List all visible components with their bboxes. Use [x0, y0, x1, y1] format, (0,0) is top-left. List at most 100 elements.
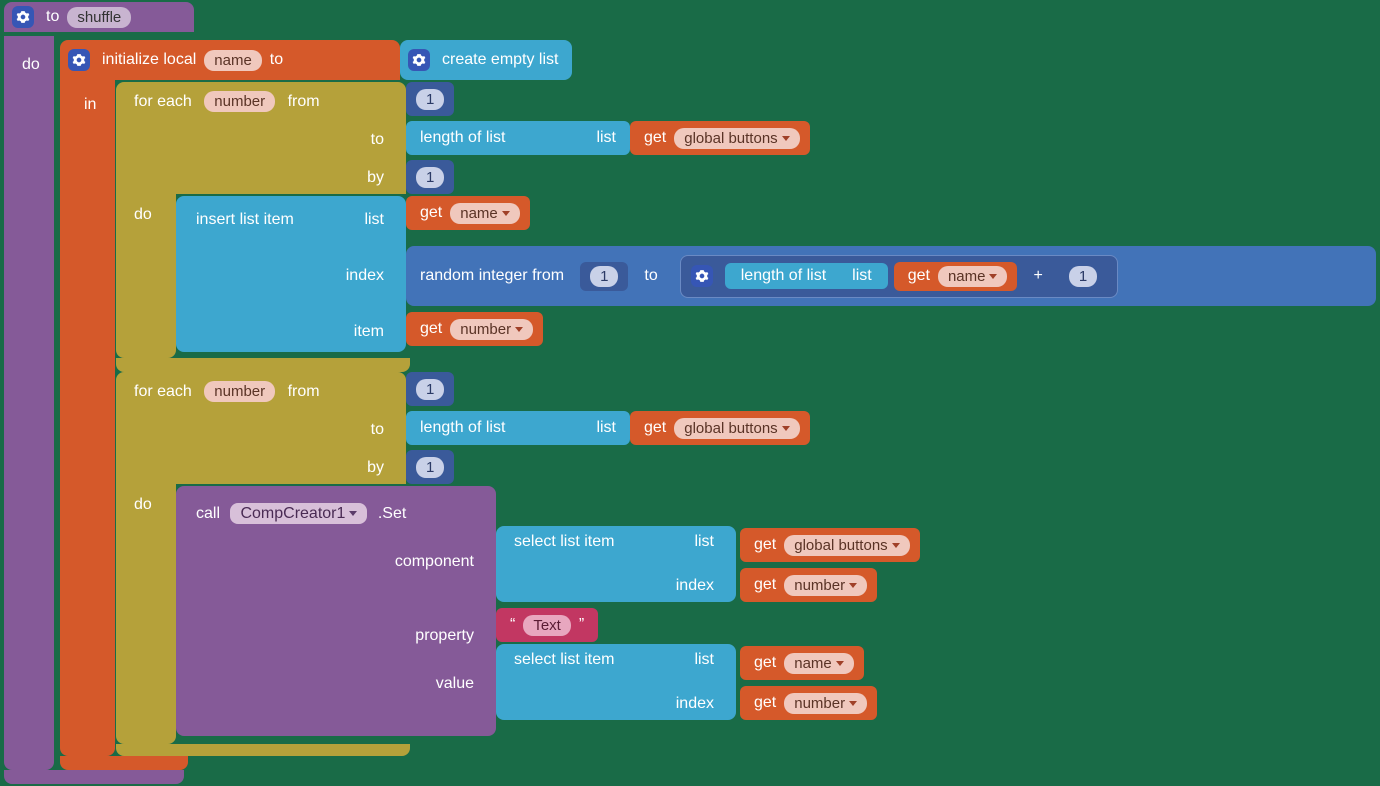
for-var-pill[interactable]: number: [204, 91, 275, 112]
proc-name-pill[interactable]: shuffle: [67, 7, 131, 28]
length-label: length of list: [414, 129, 511, 147]
call-label: call: [190, 505, 226, 522]
number-value[interactable]: 1: [1069, 266, 1097, 287]
length-of-list-block[interactable]: length of list list: [725, 263, 888, 289]
component-dropdown[interactable]: CompCreator1: [230, 503, 367, 524]
gear-icon[interactable]: [691, 265, 713, 287]
get-variable-block[interactable]: get global buttons: [630, 121, 810, 155]
length-label: length of list: [414, 419, 511, 437]
insert-index-label: index: [340, 267, 390, 284]
for-from-label: from: [282, 93, 326, 110]
number-literal-block[interactable]: 1: [406, 160, 454, 194]
chevron-down-icon: [849, 583, 857, 588]
var-dropdown[interactable]: number: [784, 575, 867, 596]
random-from-label: random integer from: [414, 267, 570, 285]
select-list-label: list: [688, 528, 720, 556]
plus-label: +: [1027, 267, 1048, 285]
quote-open: “: [504, 616, 521, 634]
number-value[interactable]: 1: [590, 266, 618, 287]
component-arg-label: component: [389, 548, 480, 576]
procedure-definition-block[interactable]: to shuffle: [4, 2, 194, 32]
number-literal-block[interactable]: 1: [406, 372, 454, 406]
number-literal-block[interactable]: 1: [406, 82, 454, 116]
chevron-down-icon: [349, 511, 357, 516]
get-label: get: [638, 129, 672, 147]
get-variable-block[interactable]: get global buttons: [630, 411, 810, 445]
insert-item-label: item: [348, 323, 390, 340]
for2-body-gutter: do: [116, 484, 176, 744]
for-each-label: for each: [128, 383, 198, 400]
number-value[interactable]: 1: [416, 89, 444, 110]
get-label: get: [748, 536, 782, 554]
var-dropdown[interactable]: number: [784, 693, 867, 714]
for2-footer: [116, 744, 410, 756]
number-value[interactable]: 1: [416, 457, 444, 478]
get-label: get: [748, 576, 782, 594]
list-label: list: [590, 129, 622, 147]
init-footer: [60, 756, 188, 770]
var-dropdown[interactable]: number: [450, 319, 533, 340]
init-var-pill[interactable]: name: [204, 50, 262, 71]
chevron-down-icon: [782, 136, 790, 141]
for-each-block-2[interactable]: for each number from to by: [116, 372, 406, 484]
var-dropdown[interactable]: name: [784, 653, 854, 674]
init-label: initialize local: [96, 51, 202, 69]
chevron-down-icon: [849, 701, 857, 706]
proc-footer: [4, 770, 184, 784]
get-label: get: [748, 654, 782, 672]
for-by-label: by: [361, 169, 390, 186]
for-each-block-1[interactable]: for each number from to by: [116, 82, 406, 194]
var-dropdown[interactable]: global buttons: [674, 128, 799, 149]
chevron-down-icon: [836, 661, 844, 666]
random-integer-block[interactable]: random integer from 1 to length of list …: [406, 246, 1376, 306]
get-variable-block[interactable]: get name: [406, 196, 530, 230]
select-list-item-block[interactable]: select list item list index: [496, 526, 736, 602]
var-dropdown[interactable]: global buttons: [674, 418, 799, 439]
for-to-label: to: [365, 421, 390, 438]
get-label: get: [748, 694, 782, 712]
get-variable-block[interactable]: get number: [740, 686, 877, 720]
select-index-label: index: [670, 695, 720, 712]
get-variable-block[interactable]: get number: [740, 568, 877, 602]
gear-icon[interactable]: [12, 6, 34, 28]
proc-do-label: do: [16, 56, 46, 74]
var-dropdown[interactable]: name: [938, 266, 1008, 287]
get-variable-block[interactable]: get name: [894, 262, 1018, 291]
var-dropdown[interactable]: global buttons: [784, 535, 909, 556]
chevron-down-icon: [782, 426, 790, 431]
list-label: list: [590, 419, 622, 437]
call-method-block[interactable]: call CompCreator1 .Set component propert…: [176, 486, 496, 736]
chevron-down-icon: [989, 274, 997, 279]
create-list-label: create empty list: [436, 51, 564, 69]
initialize-local-block[interactable]: initialize local name to: [60, 40, 400, 80]
length-of-list-block[interactable]: length of list list: [406, 411, 630, 445]
var-dropdown[interactable]: name: [450, 203, 520, 224]
text-literal-block[interactable]: “ Text ”: [496, 608, 598, 642]
get-variable-block[interactable]: get global buttons: [740, 528, 920, 562]
get-label: get: [902, 267, 936, 285]
length-of-list-block[interactable]: length of list list: [406, 121, 630, 155]
for1-body-gutter: do: [116, 194, 176, 358]
select-list-label: list: [688, 646, 720, 674]
gear-icon[interactable]: [408, 49, 430, 71]
for1-footer: [116, 358, 410, 372]
random-to-label: to: [638, 267, 663, 285]
text-value[interactable]: Text: [523, 615, 571, 636]
insert-list-item-block[interactable]: insert list item list index item: [176, 196, 406, 352]
select-list-item-block[interactable]: select list item list index: [496, 644, 736, 720]
for-do-label: do: [128, 496, 158, 514]
chevron-down-icon: [515, 327, 523, 332]
get-variable-block[interactable]: get name: [740, 646, 864, 680]
create-empty-list-block[interactable]: create empty list: [400, 40, 572, 80]
get-label: get: [638, 419, 672, 437]
property-arg-label: property: [409, 627, 480, 644]
number-value[interactable]: 1: [416, 379, 444, 400]
get-label: get: [414, 204, 448, 222]
for-var-pill[interactable]: number: [204, 381, 275, 402]
select-index-label: index: [670, 577, 720, 594]
number-literal-block[interactable]: 1: [406, 450, 454, 484]
get-variable-block[interactable]: get number: [406, 312, 543, 346]
get-label: get: [414, 320, 448, 338]
gear-icon[interactable]: [68, 49, 90, 71]
number-value[interactable]: 1: [416, 167, 444, 188]
